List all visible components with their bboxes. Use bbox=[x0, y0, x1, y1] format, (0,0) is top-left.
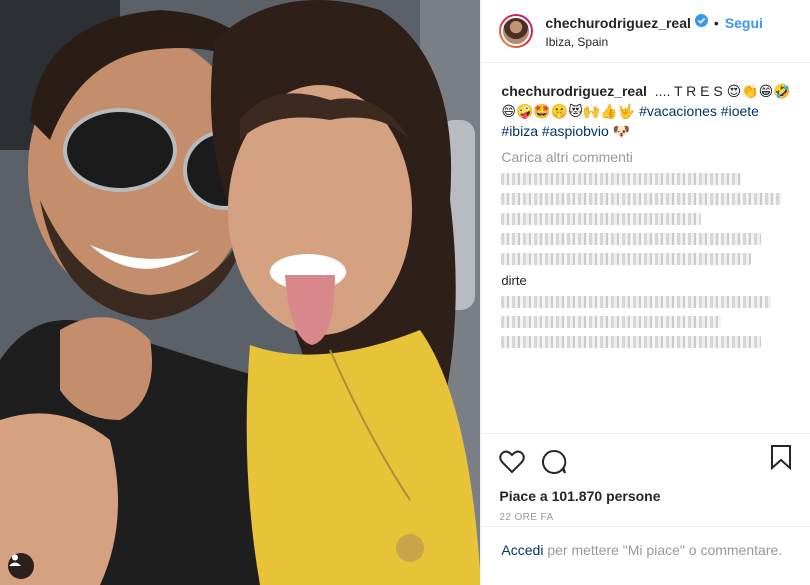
separator-dot: • bbox=[713, 14, 719, 31]
obscured-comment bbox=[501, 336, 762, 348]
heart-icon[interactable] bbox=[499, 450, 526, 479]
obscured-comment bbox=[501, 316, 722, 328]
hashtag-link[interactable]: #ioete bbox=[721, 103, 759, 119]
verified-badge-icon bbox=[694, 13, 708, 32]
obscured-comment bbox=[501, 296, 772, 308]
post-actions: Piace a 101.870 persone 22 ORE FA bbox=[481, 433, 810, 523]
follow-button[interactable]: Segui bbox=[725, 15, 763, 31]
instagram-post: chechurodriguez_real • Segui Ibiza, Spai… bbox=[0, 0, 810, 585]
photo-illustration bbox=[0, 0, 481, 585]
hashtag-link[interactable]: #ibiza bbox=[501, 123, 538, 139]
obscured-comment bbox=[501, 173, 742, 185]
obscured-comment bbox=[501, 193, 782, 205]
post-header: chechurodriguez_real • Segui Ibiza, Spai… bbox=[481, 0, 810, 63]
post-sidebar: chechurodriguez_real • Segui Ibiza, Spai… bbox=[480, 0, 810, 585]
obscured-comment bbox=[501, 213, 702, 225]
hashtag-link[interactable]: #aspiobvio bbox=[542, 123, 609, 139]
post-photo[interactable] bbox=[0, 0, 481, 585]
comment-fragment: dirte bbox=[501, 273, 527, 288]
obscured-comment bbox=[501, 233, 762, 245]
avatar[interactable] bbox=[499, 14, 534, 48]
user-tag-icon[interactable] bbox=[8, 553, 34, 579]
obscured-comment bbox=[501, 253, 752, 265]
bookmark-icon[interactable] bbox=[770, 444, 792, 475]
post-caption: chechurodriguez_real .... T R E S 😍👏😁🤣😄🤪… bbox=[501, 81, 792, 141]
load-more-comments-button[interactable]: Carica altri commenti bbox=[501, 149, 792, 165]
comment-icon[interactable] bbox=[541, 449, 567, 480]
username-link[interactable]: chechurodriguez_real bbox=[545, 15, 691, 31]
caption-end-emoji: 🐶 bbox=[612, 123, 631, 139]
likes-suffix: persone bbox=[606, 488, 661, 504]
likes-count[interactable]: Piace a 101.870 persone bbox=[499, 488, 810, 504]
location-link[interactable]: Ibiza, Spain bbox=[545, 35, 763, 49]
likes-prefix: Piace a bbox=[499, 488, 548, 504]
hashtag-link[interactable]: #vacaciones bbox=[639, 103, 717, 119]
post-timestamp[interactable]: 22 ORE FA bbox=[499, 512, 810, 523]
caption-username[interactable]: chechurodriguez_real bbox=[501, 83, 647, 99]
login-link[interactable]: Accedi bbox=[501, 542, 543, 558]
login-prompt-text: per mettere "Mi piace" o commentare. bbox=[547, 542, 783, 558]
likes-number: 101.870 bbox=[551, 488, 603, 504]
comments-section: chechurodriguez_real .... T R E S 😍👏😁🤣😄🤪… bbox=[481, 63, 810, 348]
login-prompt: Accedi per mettere "Mi piace" o commenta… bbox=[481, 526, 810, 560]
